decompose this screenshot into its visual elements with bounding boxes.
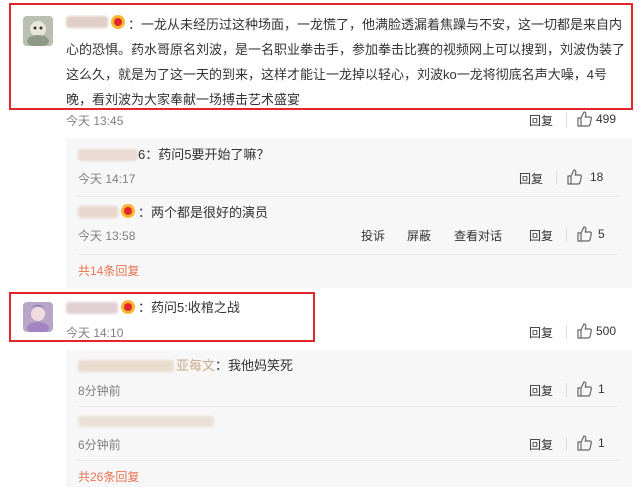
like-icon[interactable] bbox=[576, 323, 592, 339]
reply-text-blurred bbox=[78, 416, 214, 427]
divider bbox=[566, 383, 567, 397]
like-count: 5 bbox=[598, 227, 605, 241]
reply-text: 亚每文：我他妈笑死 bbox=[176, 358, 294, 373]
comment-text: ：药问5:收棺之战 bbox=[138, 300, 240, 315]
comment-text: 这么久，就是为了这一天的到来，这样才能让一龙掉以轻心，刘波ko一龙将彻底名声大噪… bbox=[66, 67, 607, 82]
reply-time: 今天 14:17 bbox=[78, 172, 136, 186]
reply-text: 6：药问5要开始了嘛？ bbox=[138, 147, 270, 162]
reply-button[interactable]: 回复 bbox=[519, 170, 543, 187]
more-replies-link[interactable]: 共26条回复 bbox=[78, 468, 139, 485]
comment-text: 晚，看刘波为大家奉献一场搏击艺术盛宴 bbox=[66, 92, 301, 107]
avatar[interactable] bbox=[23, 16, 53, 46]
like-icon[interactable] bbox=[576, 111, 592, 127]
avatar-image bbox=[23, 302, 53, 332]
comment-time: 今天 14:10 bbox=[66, 326, 124, 340]
reply-username-blurred[interactable] bbox=[78, 149, 138, 161]
reply-username-blurred[interactable] bbox=[78, 206, 118, 218]
divider bbox=[78, 406, 618, 407]
reply-username-blurred[interactable] bbox=[78, 360, 174, 372]
divider bbox=[78, 196, 618, 197]
divider bbox=[566, 325, 567, 339]
username-blurred[interactable] bbox=[66, 16, 108, 28]
divider bbox=[566, 437, 567, 451]
divider bbox=[566, 113, 567, 127]
reply-button[interactable]: 回复 bbox=[529, 324, 553, 341]
divider bbox=[566, 228, 567, 242]
member-badge-icon bbox=[110, 14, 126, 30]
username-blurred[interactable] bbox=[66, 302, 118, 314]
comment-text: 心的恐惧。药水哥原名刘波，是一名职业拳击手，参加拳击比赛的视频网上可以搜到，刘波… bbox=[66, 42, 626, 57]
reply-time: 6分钟前 bbox=[78, 438, 121, 452]
like-count: 500 bbox=[596, 324, 617, 338]
member-badge-icon bbox=[120, 203, 136, 219]
reply-text: ：两个都是很好的演员 bbox=[138, 205, 269, 220]
like-count: 1 bbox=[598, 436, 605, 450]
more-replies-link[interactable]: 共14条回复 bbox=[78, 262, 139, 279]
divider bbox=[78, 460, 618, 461]
reply-time: 今天 13:58 bbox=[78, 229, 136, 243]
reply-button[interactable]: 回复 bbox=[529, 227, 553, 244]
reply-time: 8分钟前 bbox=[78, 384, 121, 398]
like-icon[interactable] bbox=[576, 435, 592, 451]
like-count: 1 bbox=[598, 382, 605, 396]
member-badge-icon bbox=[120, 299, 136, 315]
like-icon[interactable] bbox=[576, 381, 592, 397]
block-button[interactable]: 屏蔽 bbox=[407, 227, 431, 244]
like-count: 499 bbox=[596, 112, 617, 126]
divider bbox=[556, 171, 557, 185]
reply-button[interactable]: 回复 bbox=[529, 382, 553, 399]
comment-time: 今天 13:45 bbox=[66, 114, 124, 128]
like-icon[interactable] bbox=[566, 169, 582, 185]
avatar-image bbox=[23, 16, 53, 46]
like-icon[interactable] bbox=[576, 226, 592, 242]
reply-button[interactable]: 回复 bbox=[529, 112, 553, 129]
divider bbox=[78, 254, 618, 255]
report-button[interactable]: 投诉 bbox=[361, 227, 385, 244]
avatar[interactable] bbox=[23, 302, 53, 332]
reply-button[interactable]: 回复 bbox=[529, 436, 553, 453]
like-count: 18 bbox=[590, 170, 604, 184]
view-dialog-button[interactable]: 查看对话 bbox=[454, 227, 502, 244]
comment-text: ：一龙从未经历过这种场面，一龙慌了，他满脸透漏着焦躁与不安，这一切都是来自内 bbox=[128, 17, 623, 32]
